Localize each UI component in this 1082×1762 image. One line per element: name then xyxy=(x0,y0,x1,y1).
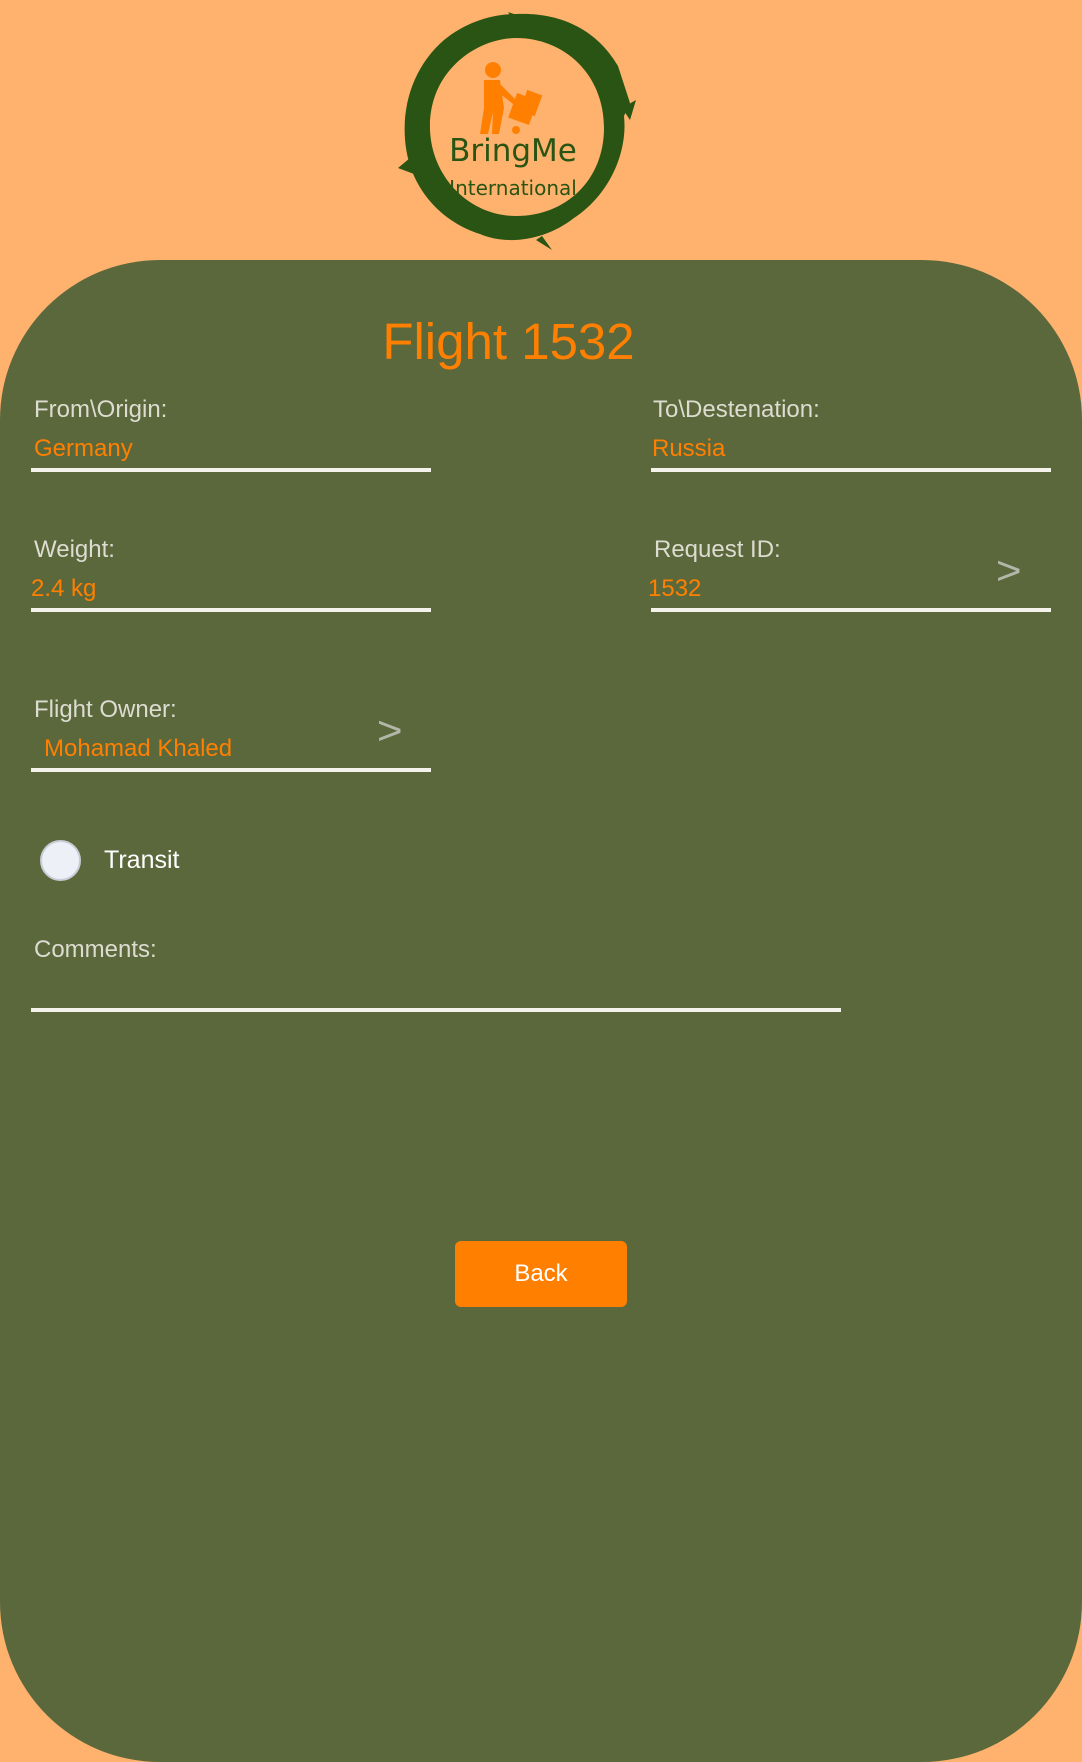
weight-underline xyxy=(31,608,431,612)
request-id-underline xyxy=(651,608,1051,612)
transit-label: Transit xyxy=(104,846,180,874)
request-id-chevron-right-icon[interactable]: > xyxy=(996,551,1022,591)
weight-label: Weight: xyxy=(34,536,115,563)
request-id-label: Request ID: xyxy=(654,536,781,563)
flight-owner-chevron-right-icon[interactable]: > xyxy=(377,711,403,751)
origin-underline xyxy=(31,468,431,472)
comments-underline xyxy=(31,1008,841,1012)
logo-subtitle-text: International xyxy=(449,176,577,200)
brand-logo: BringMe International xyxy=(396,8,636,253)
back-button[interactable]: Back xyxy=(455,1241,627,1307)
origin-value: Germany xyxy=(34,435,133,462)
destination-value: Russia xyxy=(652,435,726,462)
weight-value: 2.4 kg xyxy=(31,575,97,602)
page-title: Flight 1532 xyxy=(382,313,635,370)
flight-owner-value: Mohamad Khaled xyxy=(44,735,233,762)
logo-ring-icon: BringMe International xyxy=(398,12,636,250)
flight-owner-label: Flight Owner: xyxy=(34,696,177,723)
origin-label: From\Origin: xyxy=(34,396,168,423)
logo-brand-text: BringMe xyxy=(449,133,577,169)
transit-radio[interactable] xyxy=(40,840,81,881)
flight-owner-underline xyxy=(31,768,431,772)
delivery-person-icon xyxy=(480,62,543,134)
comments-label: Comments: xyxy=(34,936,157,963)
destination-label: To\Destenation: xyxy=(653,396,820,423)
request-id-value: 1532 xyxy=(648,575,702,602)
destination-underline xyxy=(651,468,1051,472)
